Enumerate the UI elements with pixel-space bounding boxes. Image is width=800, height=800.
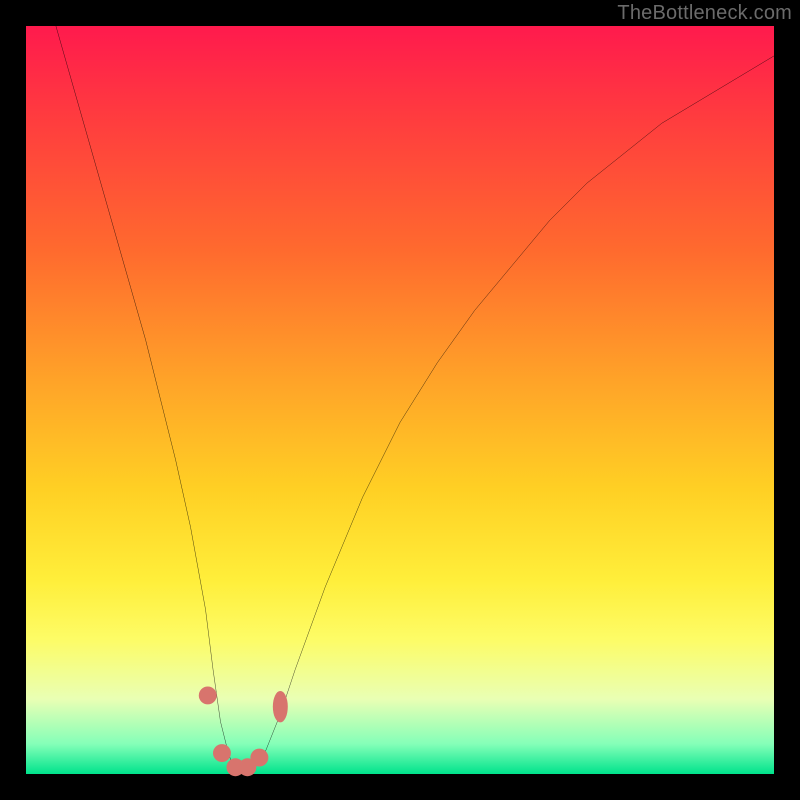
dot-left-shoulder (199, 686, 217, 704)
dot-valley-right (250, 749, 268, 767)
watermark-text: TheBottleneck.com (617, 2, 792, 25)
plot-area (26, 26, 774, 774)
chart-markers (199, 686, 288, 776)
chart-frame: TheBottleneck.com (0, 0, 800, 800)
dot-valley-left (213, 744, 231, 762)
lozenge-right-shoulder (273, 691, 288, 722)
bottleneck-curve (56, 26, 774, 774)
chart-svg (26, 26, 774, 774)
